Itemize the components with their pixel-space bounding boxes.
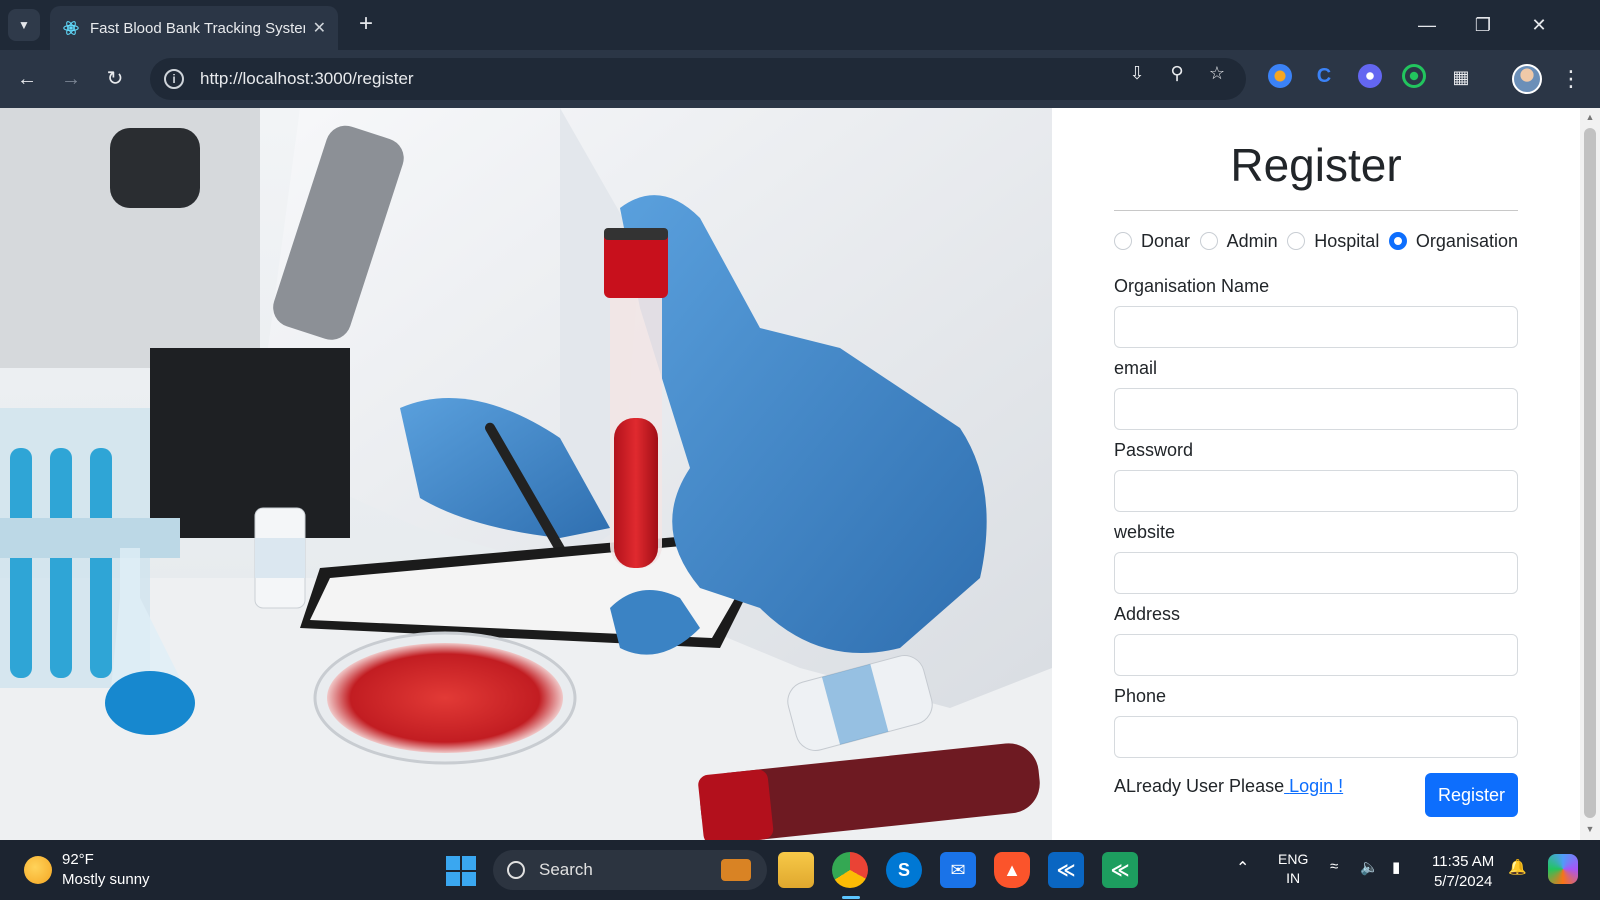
language-code: ENG (1278, 851, 1309, 867)
role-label-admin: Admin (1226, 230, 1278, 251)
brave-icon[interactable]: ▲ (994, 852, 1030, 888)
taskbar: 92°F Mostly sunny Search S ✉ ▲ ≪ ≪ ⌃ ENG… (0, 840, 1600, 900)
page-content: Register Donar Admin Hospital Organisati… (0, 108, 1600, 840)
weather-condition: Mostly sunny (62, 871, 150, 888)
search-highlight-icon (721, 859, 751, 881)
install-app-icon[interactable]: ⇩ (1124, 60, 1150, 86)
email-input[interactable] (1114, 388, 1518, 430)
tab-active[interactable]: Fast Blood Bank Tracking System ✕ (50, 6, 338, 50)
new-tab-button[interactable]: + (352, 11, 380, 39)
tray-chevron-icon[interactable]: ⌃ (1236, 858, 1249, 878)
tab-close-icon[interactable]: ✕ (313, 18, 326, 38)
minimize-button[interactable]: — (1412, 10, 1442, 40)
wifi-icon[interactable]: ≈ (1330, 858, 1338, 875)
extension-icon-3[interactable] (1358, 64, 1382, 88)
language-indicator[interactable]: ENG IN (1278, 850, 1308, 888)
vscode-icon[interactable]: ≪ (1048, 852, 1084, 888)
system-clock[interactable]: 11:35 AM 5/7/2024 (1432, 852, 1494, 892)
taskbar-search[interactable]: Search (493, 850, 767, 890)
address-label: Address (1114, 604, 1181, 624)
weather-temperature: 92°F (62, 851, 94, 868)
close-window-button[interactable]: ✕ (1524, 10, 1554, 40)
role-option-organisation[interactable]: Organisation (1388, 230, 1518, 252)
hero-image (0, 108, 1052, 840)
url-text: http://localhost:3000/register (200, 69, 414, 88)
login-prompt: ALready User Please Login ! (1114, 776, 1343, 797)
region-code: IN (1286, 870, 1301, 886)
divider (1114, 210, 1518, 211)
mail-icon[interactable]: ✉ (940, 852, 976, 888)
browser-menu-icon[interactable]: ⋮ (1560, 64, 1582, 94)
role-label-hospital: Hospital (1314, 230, 1380, 251)
radio-admin[interactable] (1199, 232, 1218, 250)
organisation-name-label: Organisation Name (1114, 276, 1270, 296)
password-label: Password (1114, 440, 1194, 460)
lab-scene-illustration (0, 108, 1052, 840)
sun-cloud-icon (24, 856, 52, 884)
bookmark-star-icon[interactable]: ☆ (1204, 60, 1230, 86)
password-input[interactable] (1114, 470, 1518, 512)
battery-icon[interactable]: ▮ (1392, 858, 1400, 876)
extension-icon-1[interactable] (1268, 64, 1292, 88)
extension-icon-4[interactable] (1402, 64, 1426, 88)
active-app-indicator (842, 896, 860, 899)
extension-icon-2[interactable]: C (1312, 64, 1336, 88)
email-label: email (1114, 358, 1158, 378)
search-icon (507, 861, 525, 879)
address-input[interactable] (1114, 634, 1518, 676)
site-info-icon[interactable]: i (164, 69, 184, 89)
role-option-donar[interactable]: Donar (1114, 231, 1190, 252)
taskbar-search-placeholder: Search (539, 860, 593, 879)
role-option-admin[interactable]: Admin (1199, 230, 1278, 252)
scroll-thumb[interactable] (1584, 128, 1596, 818)
radio-donar[interactable] (1114, 232, 1132, 250)
register-button[interactable]: Register (1425, 773, 1518, 817)
tab-search-button[interactable]: ▼ (8, 9, 40, 41)
tab-title: Fast Blood Bank Tracking System (90, 19, 305, 37)
clock-time: 11:35 AM (1432, 853, 1495, 870)
forward-icon[interactable]: → (56, 64, 86, 94)
website-input[interactable] (1114, 552, 1518, 594)
restore-button[interactable]: ❐ (1468, 10, 1498, 40)
file-explorer-icon[interactable] (778, 852, 814, 888)
login-link[interactable]: Login ! (1284, 776, 1343, 796)
radio-hospital[interactable] (1287, 232, 1306, 250)
chrome-icon[interactable] (832, 852, 868, 888)
vscode-insiders-icon[interactable]: ≪ (1102, 852, 1138, 888)
notification-bell-icon[interactable]: 🔔 (1508, 858, 1527, 876)
skype-icon[interactable]: S (886, 852, 922, 888)
page-scrollbar[interactable]: ▲ ▼ (1580, 108, 1600, 840)
scroll-up-icon[interactable]: ▲ (1584, 112, 1596, 122)
clock-date: 5/7/2024 (1433, 873, 1493, 890)
role-option-hospital[interactable]: Hospital (1287, 231, 1379, 252)
role-radio-group: Donar Admin Hospital Organisation (1114, 228, 1518, 254)
role-label-organisation: Organisation (1415, 230, 1518, 251)
extensions-puzzle-icon[interactable]: ▦ (1448, 64, 1474, 90)
zoom-icon[interactable]: ⚲ (1164, 60, 1190, 86)
copilot-icon[interactable] (1548, 854, 1578, 884)
page-title: Register (1230, 139, 1402, 191)
address-bar[interactable]: i http://localhost:3000/register (150, 58, 1246, 100)
volume-icon[interactable]: 🔈 (1360, 858, 1379, 876)
scroll-down-icon[interactable]: ▼ (1584, 824, 1596, 834)
website-label: website (1114, 522, 1176, 542)
tab-strip: ▼ Fast Blood Bank Tracking System ✕ + — … (0, 0, 1600, 50)
login-prompt-text: ALready User Please (1114, 776, 1285, 796)
react-icon (63, 21, 79, 35)
radio-organisation[interactable] (1388, 232, 1407, 250)
windows-start-icon[interactable] (446, 856, 476, 886)
register-form: Register Donar Admin Hospital Organisati… (1052, 108, 1580, 840)
organisation-name-input[interactable] (1114, 306, 1518, 348)
weather-widget[interactable]: 92°F Mostly sunny (24, 850, 150, 890)
browser-toolbar: ← → ↻ i http://localhost:3000/register ⇩… (0, 50, 1600, 108)
reload-icon[interactable]: ↻ (100, 64, 130, 94)
back-icon[interactable]: ← (12, 64, 42, 94)
profile-avatar[interactable] (1512, 64, 1542, 94)
chevron-down-icon: ▼ (18, 18, 30, 32)
role-label-donar: Donar (1141, 230, 1191, 251)
phone-label: Phone (1114, 686, 1167, 706)
phone-input[interactable] (1114, 716, 1518, 758)
